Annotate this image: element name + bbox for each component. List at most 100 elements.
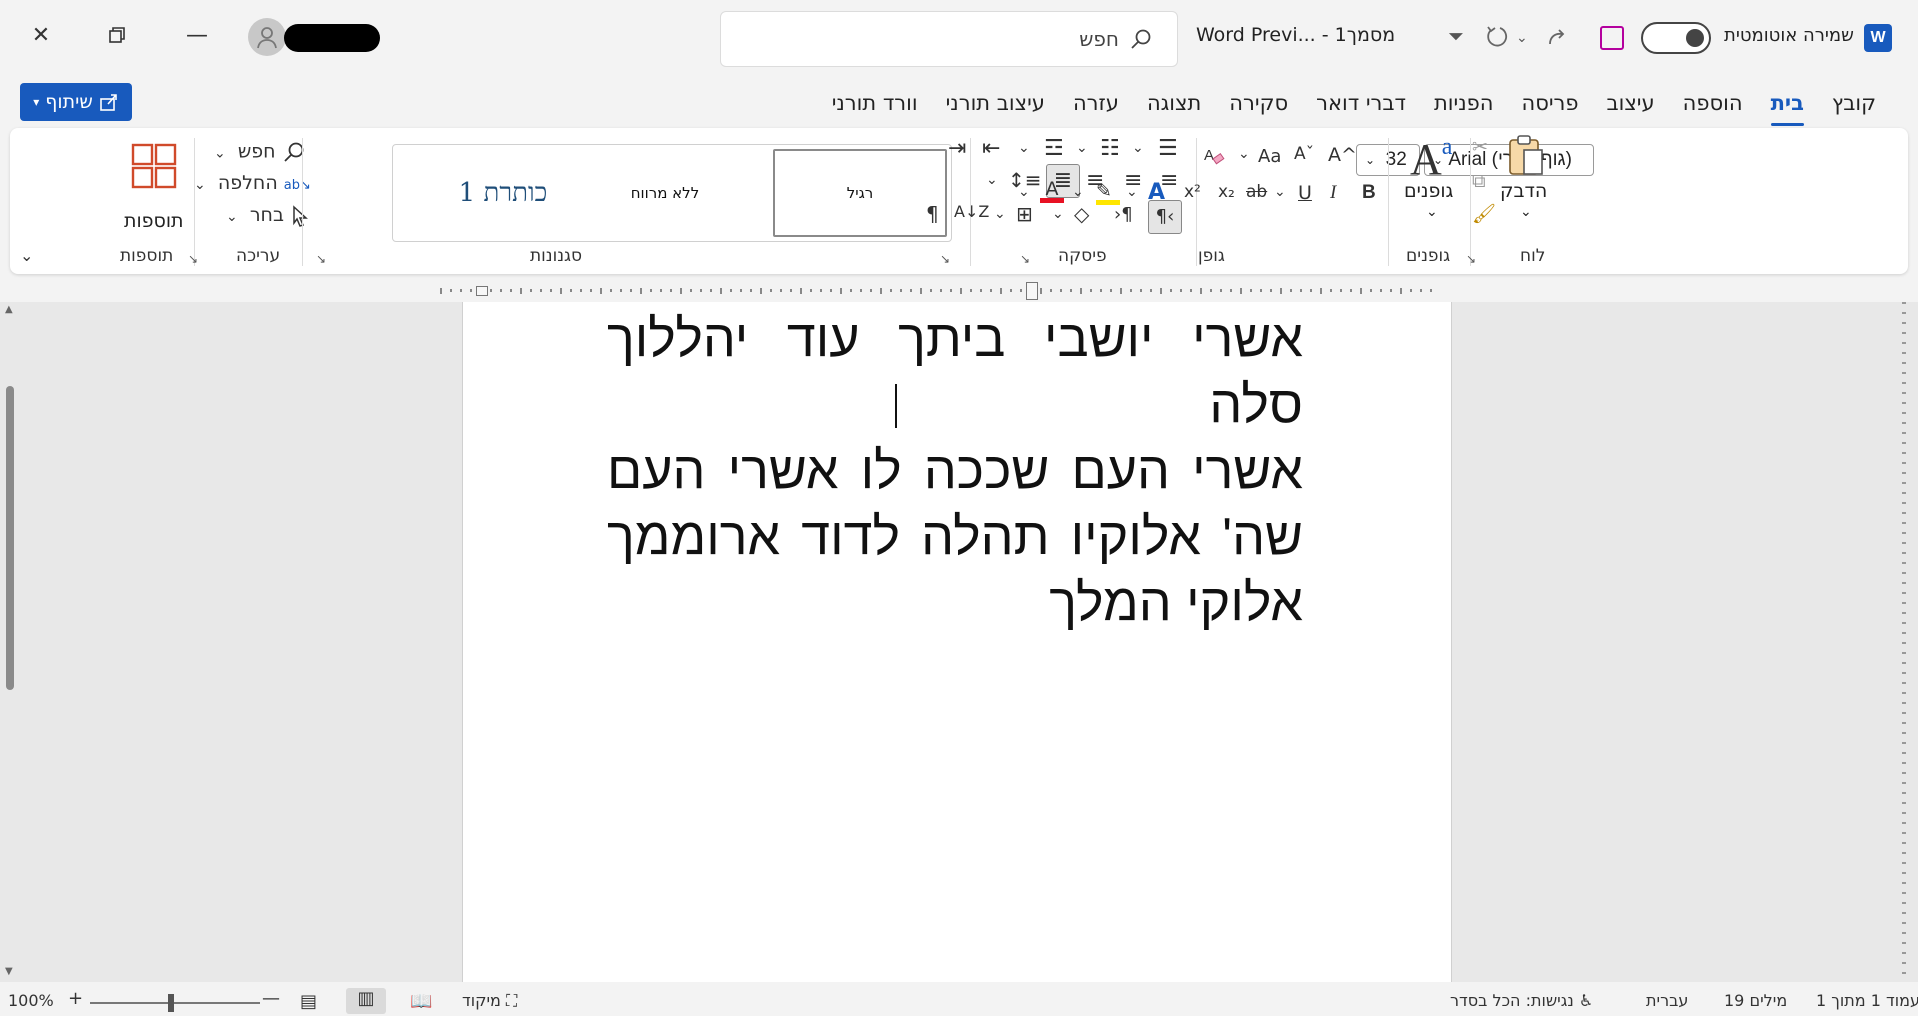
ruler-tick xyxy=(1430,289,1432,292)
strikethrough-button[interactable]: ab xyxy=(1246,182,1267,202)
bold-button[interactable]: B xyxy=(1362,182,1376,204)
font-color-dropdown[interactable]: ⌄ xyxy=(1072,184,1084,200)
scrollbar-thumb[interactable] xyxy=(6,386,14,690)
save-icon[interactable] xyxy=(1600,26,1624,50)
collapse-ribbon-button[interactable]: ⌄ xyxy=(20,246,33,265)
show-formatting-button[interactable]: ¶ xyxy=(926,202,939,226)
dialog-launcher-icon[interactable]: ↘ xyxy=(1020,252,1030,266)
font-color-button[interactable]: A xyxy=(1040,178,1064,203)
tab-design[interactable]: עיצוב xyxy=(1592,88,1668,120)
highlight-dropdown[interactable]: ⌄ xyxy=(1126,184,1138,200)
document-page[interactable]: אשרי יושבי ביתך עוד יהללוך סלה אשרי העם … xyxy=(462,302,1452,982)
ruler-indent-marker[interactable] xyxy=(476,286,488,296)
multilevel-dropdown[interactable]: ⌄ xyxy=(1018,140,1030,156)
subscript-button[interactable]: x₂ xyxy=(1218,182,1235,202)
themes-fonts-button[interactable]: Aa גופנים ⌄ xyxy=(1398,134,1462,238)
dialog-launcher-icon[interactable]: ↘ xyxy=(188,252,198,266)
shrink-font-button[interactable]: Aˇ xyxy=(1294,144,1314,164)
shading-button[interactable]: ◇ xyxy=(1074,202,1089,226)
customize-qat-button[interactable]: ⏷ xyxy=(1448,24,1464,48)
select-button[interactable]: ⌄ בחר xyxy=(226,204,310,227)
user-avatar[interactable] xyxy=(248,18,286,56)
tab-layout[interactable]: פריסה xyxy=(1507,88,1592,120)
undo-button[interactable] xyxy=(1484,24,1510,55)
italic-button[interactable]: I xyxy=(1330,182,1336,204)
zoom-in-button[interactable]: + xyxy=(68,988,83,1009)
language-status[interactable]: עברית xyxy=(1646,991,1688,1010)
tab-file[interactable]: קובץ xyxy=(1818,88,1890,120)
addins-button[interactable]: תוספות xyxy=(118,140,190,240)
underline-dropdown[interactable]: ⌄ xyxy=(1274,184,1286,200)
tab-references[interactable]: הפניות xyxy=(1420,88,1507,120)
print-layout-button[interactable]: ▥ xyxy=(346,988,386,1014)
numbering-dropdown[interactable]: ⌄ xyxy=(1076,140,1088,156)
format-painter-button[interactable]: 🖌 xyxy=(1472,202,1496,225)
ruler-tick xyxy=(1902,512,1906,514)
document-body[interactable]: אשרי יושבי ביתך עוד יהללוך סלה אשרי העם … xyxy=(607,306,1303,636)
cut-button[interactable]: ✂ xyxy=(1472,136,1488,158)
change-case-dropdown[interactable]: ⌄ xyxy=(1238,146,1250,162)
redo-button[interactable] xyxy=(1544,24,1570,55)
style-normal[interactable]: רגיל xyxy=(773,149,947,237)
text-effects-button[interactable]: A xyxy=(1148,180,1165,205)
zoom-slider-thumb[interactable] xyxy=(168,994,174,1012)
shading-dropdown[interactable]: ⌄ xyxy=(1052,206,1064,222)
rtl-direction-button[interactable]: ¶‹ xyxy=(1148,200,1182,234)
close-window-button[interactable]: ✕ xyxy=(18,12,64,58)
superscript-button[interactable]: x² xyxy=(1184,182,1201,202)
zoom-slider-track[interactable] xyxy=(90,1002,260,1004)
style-no-spacing[interactable]: ללא מרווח xyxy=(583,149,747,237)
ltr-direction-button[interactable]: ›¶ xyxy=(1114,204,1133,225)
borders-dropdown[interactable]: ⌄ xyxy=(994,206,1006,222)
decrease-indent-button[interactable]: ⇥ xyxy=(948,136,966,161)
dialog-launcher-icon[interactable]: ↘ xyxy=(1466,252,1476,266)
dialog-launcher-icon[interactable]: ↘ xyxy=(316,252,326,266)
style-heading-1[interactable]: כותרת 1 xyxy=(423,149,583,237)
multilevel-list-button[interactable]: ☲ xyxy=(1044,136,1064,161)
find-button[interactable]: ⌄ חפש xyxy=(214,140,306,164)
share-button[interactable]: ▾ שיתוף xyxy=(20,83,132,121)
tab-review[interactable]: סקירה xyxy=(1215,88,1302,120)
tab-view[interactable]: תצוגה xyxy=(1133,88,1215,120)
search-box[interactable]: חפש xyxy=(720,11,1178,67)
read-mode-button[interactable]: 📖 xyxy=(410,991,432,1012)
tab-insert[interactable]: הוספה xyxy=(1669,88,1757,120)
tab-torah-word[interactable]: וורד תורני xyxy=(818,88,932,120)
copy-button[interactable]: ⧉ xyxy=(1472,170,1486,192)
zoom-out-button[interactable]: — xyxy=(262,988,280,1009)
underline-button[interactable]: U xyxy=(1298,182,1312,204)
change-case-button[interactable]: Aa xyxy=(1258,146,1281,167)
tab-mailings[interactable]: דברי דואר xyxy=(1302,88,1420,120)
zoom-level[interactable]: 100% xyxy=(8,991,54,1010)
bullets-dropdown[interactable]: ⌄ xyxy=(1132,140,1144,156)
sort-button[interactable]: A↓Z xyxy=(954,202,989,221)
word-count-status[interactable]: 19 מילים xyxy=(1724,991,1787,1010)
undo-dropdown[interactable]: ⌄ xyxy=(1516,30,1528,46)
borders-button[interactable]: ⊞ xyxy=(1016,202,1033,226)
web-layout-button[interactable]: ▤ xyxy=(300,991,317,1012)
paste-button[interactable]: הדבק ⌄ xyxy=(1496,134,1556,238)
minimize-window-button[interactable]: — xyxy=(174,12,220,58)
grow-font-button[interactable]: A^ xyxy=(1328,144,1357,166)
scroll-down-arrow[interactable]: ▼ xyxy=(5,966,13,977)
restore-window-button[interactable] xyxy=(94,12,140,58)
tab-help[interactable]: עזרה xyxy=(1059,88,1133,120)
bullets-button[interactable]: ☰ xyxy=(1158,136,1178,161)
ruler-indent-marker[interactable] xyxy=(1026,282,1038,300)
numbering-button[interactable]: ☷ xyxy=(1100,136,1120,161)
autosave-toggle[interactable] xyxy=(1641,22,1711,54)
font-more-dropdown[interactable]: ⌄ xyxy=(1018,184,1030,200)
replace-button[interactable]: ⌄ החלפה ab↘ xyxy=(194,172,311,194)
increase-indent-button[interactable]: ⇤ xyxy=(982,136,1000,161)
dialog-launcher-icon[interactable]: ↘ xyxy=(940,252,950,266)
clear-formatting-button[interactable]: A xyxy=(1202,144,1226,173)
line-spacing-dropdown[interactable]: ⌄ xyxy=(986,172,998,188)
accessibility-status[interactable]: נגישות: הכל בסדר ♿ xyxy=(1450,991,1593,1010)
tab-home[interactable]: בית xyxy=(1757,88,1818,126)
page-number-status[interactable]: עמוד 1 מתוך 1 xyxy=(1816,991,1918,1010)
focus-button[interactable]: מיקוד ⛶ xyxy=(462,991,517,1011)
scroll-up-arrow[interactable]: ▲ xyxy=(5,304,13,315)
vertical-scrollbar[interactable]: ▲ ▼ xyxy=(4,302,16,980)
highlight-button[interactable]: ✎ xyxy=(1096,180,1120,205)
tab-torah-design[interactable]: עיצוב תורני xyxy=(932,88,1059,120)
